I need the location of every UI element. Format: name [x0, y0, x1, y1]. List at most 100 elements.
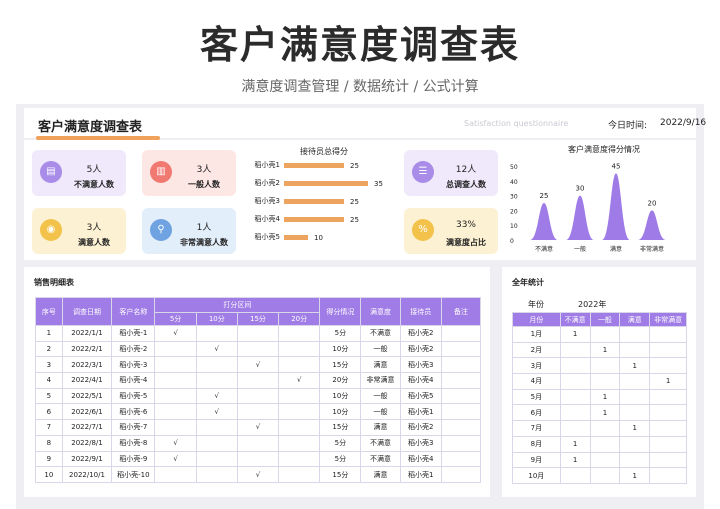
- annual-cell: [649, 420, 687, 437]
- score-cell: [195, 466, 238, 483]
- area-category-label: 非常满意: [640, 245, 664, 253]
- annual-cell: [559, 404, 591, 422]
- sales-cell: 2022/10/1: [61, 466, 113, 483]
- sales-cell: 15分: [319, 356, 362, 374]
- annual-cell: 7月: [512, 420, 561, 437]
- kpi-card: % 33% 满意度占比: [404, 208, 498, 254]
- sales-cell: 稻小壳1: [399, 403, 442, 421]
- area-category-label: 一般: [574, 245, 586, 253]
- sales-cell: 稻小壳4: [399, 450, 442, 468]
- table-row: 6 2022/6/1 稻小壳-6 √ 10分 一般 稻小壳1: [35, 403, 482, 421]
- score-cell: [236, 450, 280, 468]
- annual-cell: [619, 326, 651, 343]
- sales-cell: 一般: [360, 340, 401, 358]
- score-cell: [195, 434, 238, 452]
- kpi-card: ⚲ 1人 非常满意人数: [142, 208, 236, 254]
- annual-cell: [589, 373, 621, 390]
- sales-col-header: 客户名称: [111, 297, 156, 326]
- table-row: 8月 1: [512, 435, 687, 453]
- annual-cell: 10月: [512, 467, 561, 484]
- kpi-value: 3人: [196, 165, 212, 175]
- sales-col-header: 满意度: [360, 297, 401, 326]
- dashboard-sheet: 客户满意度调查表 Satisfaction questionnaire 今日时间…: [16, 104, 707, 509]
- sales-cell: 稻小壳-8: [111, 434, 156, 452]
- y-tick-label: 40: [510, 179, 518, 186]
- remark-cell: [440, 450, 482, 468]
- annual-cell: [619, 404, 651, 422]
- annual-cell: 6月: [512, 404, 561, 422]
- sales-cell: 稻小壳3: [399, 434, 442, 452]
- chart-icon: ▥: [150, 161, 172, 183]
- sales-cell: 不满意: [360, 325, 401, 342]
- score-cell: √: [278, 372, 321, 389]
- y-tick-label: 0: [510, 238, 514, 245]
- annual-cell: 1: [559, 326, 591, 343]
- sales-title: 销售明细表: [34, 278, 74, 287]
- table-row: 5 2022/5/1 稻小壳-5 √ 10分 一般 稻小壳5: [35, 387, 482, 405]
- score-cell: [236, 403, 280, 421]
- page-subtitle: 满意度调查管理 / 数据统计 / 公式计算: [241, 79, 479, 95]
- sales-cell: 满意: [360, 466, 401, 483]
- bar-value-label: 25: [350, 162, 359, 170]
- sales-cell: 2022/4/1: [61, 372, 113, 389]
- score-cell: [236, 372, 280, 389]
- sales-cell: 10分: [319, 340, 362, 358]
- score-cell: [154, 356, 197, 374]
- annual-cell: 1: [559, 435, 591, 453]
- score-cell: [195, 356, 238, 374]
- sales-panel: 销售明细表 序号 调查日期 客户名称 打分区间 得分情况 满意度 接待员 备注 5分 10分 15分…: [24, 267, 490, 497]
- annual-cell: [559, 373, 591, 390]
- sales-cell: 6: [35, 403, 63, 421]
- score-cell: [278, 419, 321, 436]
- date-label: 今日时间:: [608, 121, 648, 131]
- annual-cell: [589, 420, 621, 437]
- score-cell: [154, 387, 197, 405]
- sales-cell: 5分: [319, 325, 362, 342]
- table-row: 10 2022/10/1 稻小壳-10 √ 15分 满意 稻小壳1: [35, 466, 482, 483]
- bar-value-label: 35: [374, 180, 383, 188]
- score-cell: [195, 372, 238, 389]
- area-value-label: 20: [648, 199, 657, 207]
- score-cell: √: [195, 340, 238, 358]
- date-value: 2022/9/16: [660, 118, 707, 128]
- annual-cell: 1: [559, 451, 591, 469]
- sales-col-header: 打分区间: [154, 297, 321, 313]
- score-cell: [195, 419, 238, 436]
- table-row: 8 2022/8/1 稻小壳-8 √ 5分 不满意 稻小壳3: [35, 434, 482, 452]
- table-row: 2 2022/2/1 稻小壳-2 √ 10分 一般 稻小壳2: [35, 340, 482, 358]
- sales-col-header: 接待员: [399, 297, 442, 326]
- annual-cell: 2月: [512, 341, 561, 359]
- score-cell: [154, 340, 197, 358]
- sales-table: 序号 调查日期 客户名称 打分区间 得分情况 满意度 接待员 备注 5分 10分 15分 20分 1 20…: [35, 297, 482, 483]
- table-row: 6月 1: [512, 404, 687, 422]
- sales-cell: 稻小壳-9: [111, 450, 156, 468]
- annual-cell: [649, 404, 687, 422]
- kpi-label: 非常满意人数: [180, 238, 228, 247]
- annual-cell: 1: [589, 341, 621, 359]
- score-cell: [154, 372, 197, 389]
- bar-category-label: 稻小壳2: [255, 178, 280, 187]
- sales-cell: 10分: [319, 403, 362, 421]
- kpi-card: ▤ 5人 不满意人数: [32, 150, 126, 196]
- year-value: 2022年: [578, 300, 607, 309]
- sales-col-header: 备注: [440, 297, 482, 326]
- score-cell: [154, 466, 197, 483]
- sales-cell: 2022/8/1: [61, 434, 113, 452]
- percent-icon: %: [412, 219, 434, 241]
- annual-col-header: 一般: [589, 312, 621, 327]
- table-row: 9月 1: [512, 451, 687, 469]
- table-row: 1 2022/1/1 稻小壳-1 √ 5分 不满意 稻小壳2: [35, 325, 482, 342]
- kpi-value: 12人: [455, 165, 477, 175]
- sales-cell: 稻小壳2: [399, 325, 442, 342]
- sales-cell: 2022/9/1: [61, 450, 113, 468]
- sales-cell: 稻小壳-3: [111, 356, 156, 374]
- annual-cell: 9月: [512, 451, 561, 469]
- annual-cell: [559, 357, 591, 375]
- bar-category-label: 稻小壳5: [255, 232, 280, 241]
- sales-cell: 2022/3/1: [61, 356, 113, 374]
- score-cell: √: [236, 356, 280, 374]
- sales-cell: 20分: [319, 372, 362, 389]
- sales-cell: 2: [35, 340, 63, 358]
- kpi-label: 不满意人数: [74, 180, 114, 189]
- person-search-icon: ⚲: [150, 219, 172, 241]
